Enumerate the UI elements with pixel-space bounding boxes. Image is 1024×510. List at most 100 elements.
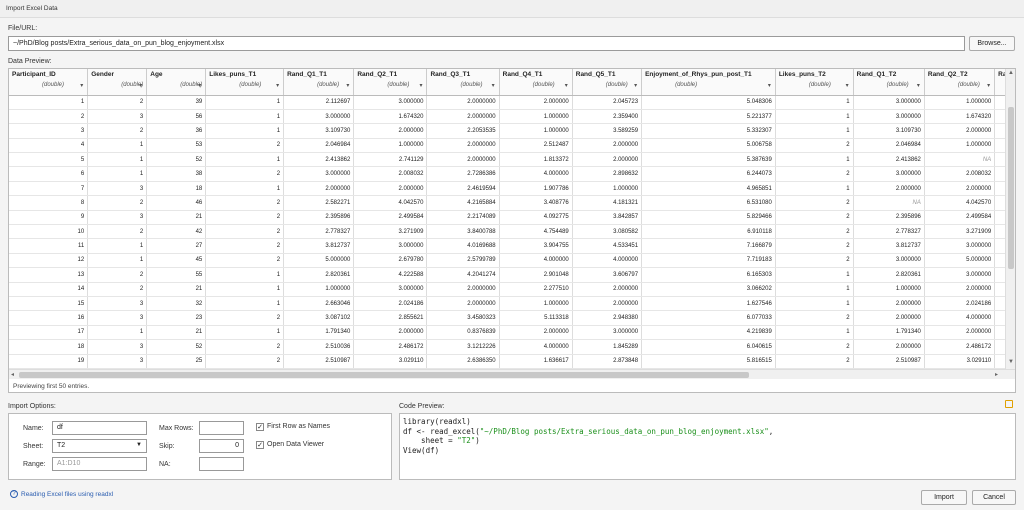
table-cell: 53 xyxy=(146,138,207,154)
table-cell: 2 xyxy=(775,354,854,369)
vertical-scroll-thumb[interactable] xyxy=(1008,107,1014,269)
column-menu-icon[interactable]: ▾ xyxy=(419,82,422,89)
table-cell: 3.000000 xyxy=(283,166,355,182)
table-cell: 1 xyxy=(87,152,148,168)
table-row: 6 1 38 2 3.000000 2.008032 2.7286386 4.000000 2.… xyxy=(9,166,1015,182)
table-cell: 3 xyxy=(87,210,148,226)
column-menu-icon[interactable]: ▾ xyxy=(80,82,83,89)
import-button[interactable]: Import xyxy=(921,490,967,505)
code-preview-panel[interactable]: library(readxl) df <- read_excel("~/PhD/… xyxy=(399,413,1016,480)
table-cell: 2.000000 xyxy=(353,123,428,139)
scroll-down-icon[interactable]: ▼ xyxy=(1008,359,1014,365)
table-cell: 45 xyxy=(146,253,207,269)
table-cell: 2.000000 xyxy=(924,123,996,139)
na-input[interactable] xyxy=(199,457,244,471)
table-cell: 1.000000 xyxy=(353,138,428,154)
table-cell: 3.000000 xyxy=(924,238,996,254)
range-input[interactable]: A1:D10 xyxy=(52,457,147,471)
table-cell: 2.741129 xyxy=(353,152,428,168)
table-cell: 2.008032 xyxy=(924,166,996,182)
table-row: 3 2 36 1 3.109730 2.000000 2.2053535 1.000000 3.… xyxy=(9,123,1015,139)
column-header[interactable]: Participant_ID (double) ▾ xyxy=(9,69,89,96)
column-menu-icon[interactable]: ▾ xyxy=(917,82,920,89)
column-type: (double) xyxy=(808,82,831,88)
table-cell: 2.000000 xyxy=(572,282,643,297)
browse-button[interactable]: Browse... xyxy=(969,36,1015,51)
sheet-select[interactable]: T2 ▼ xyxy=(52,439,147,453)
column-header[interactable]: Gender (double) ▾ xyxy=(87,69,148,96)
table-cell: 2.000000 xyxy=(353,181,428,197)
column-header[interactable]: Likes_puns_T1 (double) ▾ xyxy=(205,69,285,96)
table-cell: 3.000000 xyxy=(853,109,925,125)
table-cell: 2.000000 xyxy=(853,296,925,312)
column-menu-icon[interactable]: ▾ xyxy=(198,82,201,89)
table-cell: 3.408776 xyxy=(499,195,573,211)
column-header[interactable]: Likes_puns_T2 (double) ▾ xyxy=(775,69,854,96)
table-cell: 1.000000 xyxy=(924,138,996,154)
column-header[interactable]: Rand_Q1_T2 (double) ▾ xyxy=(853,69,925,96)
column-name: Likes_puns_T2 xyxy=(778,71,826,78)
column-menu-icon[interactable]: ▾ xyxy=(492,82,495,89)
table-cell: 3.000000 xyxy=(924,267,996,283)
table-cell: 5.332307 xyxy=(641,123,776,139)
skip-input[interactable]: 0 xyxy=(199,439,244,453)
column-menu-icon[interactable]: ▾ xyxy=(987,82,990,89)
table-cell: 4.2041274 xyxy=(426,267,500,283)
table-row: 18 3 52 2 2.510036 2.486172 3.1212226 4.000000 1… xyxy=(9,339,1015,355)
cancel-button[interactable]: Cancel xyxy=(972,490,1016,505)
open-viewer-checkbox[interactable]: ✓ xyxy=(256,441,264,449)
scroll-right-icon[interactable]: ▸ xyxy=(995,371,998,378)
table-cell: 3.080582 xyxy=(572,224,643,240)
max-rows-input[interactable] xyxy=(199,421,244,435)
table-cell: 2 xyxy=(775,210,854,226)
table-cell: 2.486172 xyxy=(353,339,428,355)
table-cell: 5.113318 xyxy=(499,310,573,326)
column-menu-icon[interactable]: ▾ xyxy=(139,82,142,89)
horizontal-scroll-thumb[interactable] xyxy=(19,372,749,378)
table-cell: 7.166879 xyxy=(641,238,776,254)
column-header[interactable]: Age (double) ▾ xyxy=(146,69,207,96)
table-cell: 2 xyxy=(205,253,285,269)
table-cell: 18 xyxy=(146,181,207,197)
column-header[interactable]: Rand_Q2_T2 (double) ▾ xyxy=(924,69,996,96)
table-cell: 2.510987 xyxy=(283,354,355,369)
table-cell: 2.2174089 xyxy=(426,210,500,226)
column-name: Rand_Q4_T1 xyxy=(502,71,543,78)
column-header[interactable]: Rand_Q3_T1 (double) ▾ xyxy=(426,69,500,96)
data-preview-grid[interactable]: Participant_ID (double) ▾ Gender (double) ▾ Ag… xyxy=(8,68,1016,393)
column-name: Rand_Q2_T1 xyxy=(357,71,398,78)
file-url-input[interactable]: ~/PhD/Blog posts/Extra_serious_data_on_p… xyxy=(8,36,965,51)
help-icon[interactable]: ? xyxy=(10,490,18,498)
column-menu-icon[interactable]: ▾ xyxy=(768,82,771,89)
column-menu-icon[interactable]: ▾ xyxy=(565,82,568,89)
table-cell: 3.904755 xyxy=(499,238,573,254)
horizontal-scrollbar[interactable]: ◂ ▸ xyxy=(9,369,1015,379)
table-cell: 25 xyxy=(146,354,207,369)
scroll-up-icon[interactable]: ▲ xyxy=(1008,70,1014,76)
table-row: 10 2 42 2 2.778327 3.271909 3.8400788 4.754489 3… xyxy=(9,224,1015,240)
vertical-scrollbar[interactable]: ▲ ▼ xyxy=(1005,69,1015,369)
column-header[interactable]: Rand_Q5_T1 (double) ▾ xyxy=(572,69,643,96)
data-table: Participant_ID (double) ▾ Gender (double) ▾ Ag… xyxy=(9,69,1015,369)
column-menu-icon[interactable]: ▾ xyxy=(346,82,349,89)
column-menu-icon[interactable]: ▾ xyxy=(634,82,637,89)
column-menu-icon[interactable]: ▾ xyxy=(276,82,279,89)
column-menu-icon[interactable]: ▾ xyxy=(846,82,849,89)
help-link[interactable]: Reading Excel files using readxl xyxy=(21,491,113,498)
copy-icon[interactable] xyxy=(1005,400,1013,408)
column-header[interactable]: Rand_Q2_T1 (double) ▾ xyxy=(353,69,428,96)
column-header[interactable]: Rand_Q4_T1 (double) ▾ xyxy=(499,69,573,96)
table-cell: 2.000000 xyxy=(572,152,643,168)
import-options-panel: Name: df Sheet: T2 ▼ Range: A1:D10 Max R… xyxy=(8,413,392,480)
first-row-checkbox[interactable]: ✓ xyxy=(256,423,264,431)
column-header[interactable]: Rand_Q1_T1 (double) ▾ xyxy=(283,69,355,96)
table-cell: 3.812737 xyxy=(853,238,925,254)
table-cell: 3.8400788 xyxy=(426,224,500,240)
column-header[interactable]: Enjoyment_of_Rhys_pun_post_T1 (double) ▾ xyxy=(641,69,776,96)
table-row: 4 1 53 2 2.046984 1.000000 2.0000000 2.512487 2.… xyxy=(9,138,1015,154)
table-cell: 2.277510 xyxy=(499,282,573,297)
table-cell: 1 xyxy=(87,253,148,269)
name-input[interactable]: df xyxy=(52,421,147,435)
scroll-left-icon[interactable]: ◂ xyxy=(11,371,14,378)
code-line3-str: "T2" xyxy=(457,436,476,445)
